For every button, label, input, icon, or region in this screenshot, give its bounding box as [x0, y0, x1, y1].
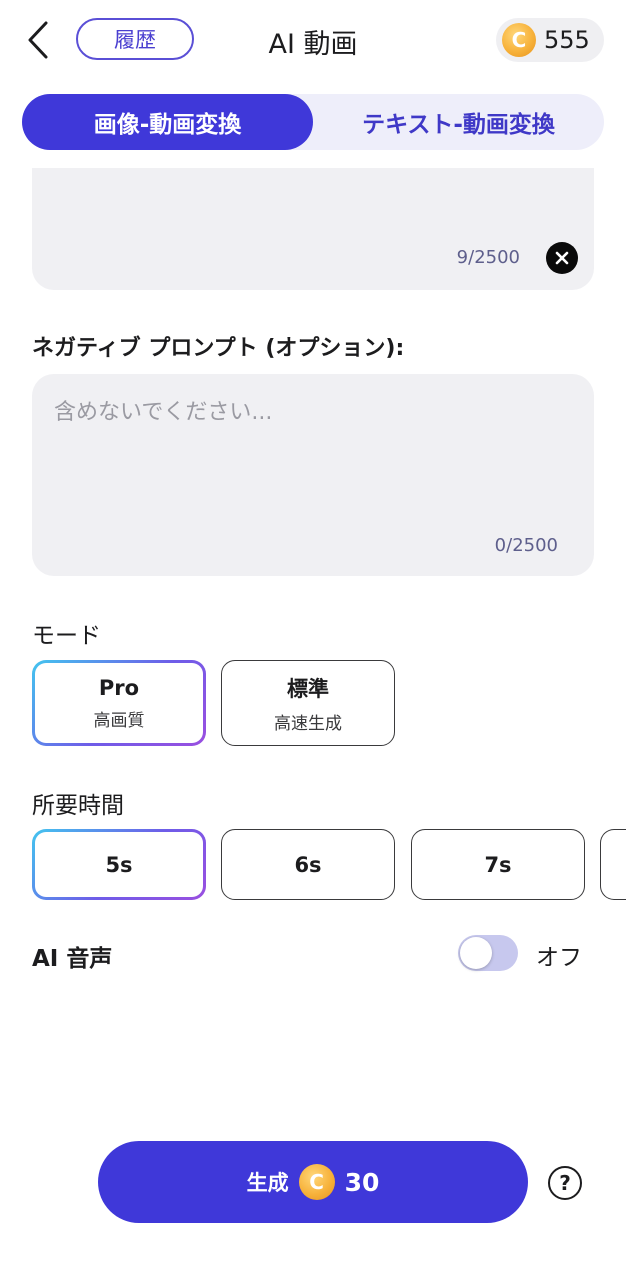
- negative-prompt-box: 0/2500: [32, 374, 594, 576]
- coin-icon: C: [298, 1164, 335, 1200]
- prompt-char-count: 9/2500: [456, 247, 520, 268]
- page-title: AI 動画: [268, 29, 358, 60]
- mode-option-title: Pro: [98, 675, 140, 700]
- generate-label: 生成: [246, 1171, 289, 1195]
- chevron-left-icon: [28, 21, 48, 59]
- mode-tabs: 画像-動画変換 テキスト-動画変換: [22, 94, 604, 150]
- tab-image-to-video[interactable]: 画像-動画変換: [22, 94, 313, 150]
- tab-text-to-video[interactable]: テキスト-動画変換: [313, 94, 604, 150]
- history-button[interactable]: 履歴: [76, 18, 194, 60]
- app-header: 履歴 AI 動画 C 555: [0, 0, 626, 84]
- negative-prompt-input[interactable]: [54, 394, 574, 534]
- mode-label: モード: [32, 623, 101, 649]
- duration-option-7s[interactable]: 7s: [411, 829, 585, 900]
- mode-option-title: 標準: [287, 676, 329, 701]
- duration-option-6s[interactable]: 6s: [221, 829, 395, 900]
- generate-button[interactable]: 生成 C 30: [98, 1141, 528, 1223]
- coin-icon: C: [502, 23, 536, 57]
- mode-option-standard[interactable]: 標準 高速生成: [221, 660, 395, 746]
- duration-option-5s[interactable]: 5s: [32, 829, 206, 900]
- prompt-input[interactable]: 9/2500: [32, 168, 594, 290]
- negative-prompt-label: ネガティブ プロンプト (オプション):: [32, 336, 405, 361]
- duration-option-next[interactable]: [600, 829, 626, 900]
- negative-prompt-char-count: 0/2500: [494, 535, 558, 556]
- mode-option-subtitle: 高速生成: [274, 713, 342, 734]
- credits-value: 555: [544, 26, 590, 54]
- ai-voice-state: オフ: [536, 945, 582, 971]
- mode-option-subtitle: 高画質: [93, 710, 145, 731]
- credits-badge[interactable]: C 555: [496, 18, 604, 62]
- close-circle-icon[interactable]: [546, 242, 578, 274]
- ai-voice-label: AI 音声: [32, 946, 113, 972]
- toggle-knob: [460, 937, 492, 969]
- back-button[interactable]: [20, 16, 56, 64]
- generate-cost: 30: [344, 1167, 380, 1197]
- question-circle-icon[interactable]: ?: [548, 1166, 582, 1200]
- mode-option-pro[interactable]: Pro 高画質: [32, 660, 206, 746]
- duration-label: 所要時間: [32, 793, 124, 819]
- ai-voice-toggle[interactable]: [458, 935, 518, 971]
